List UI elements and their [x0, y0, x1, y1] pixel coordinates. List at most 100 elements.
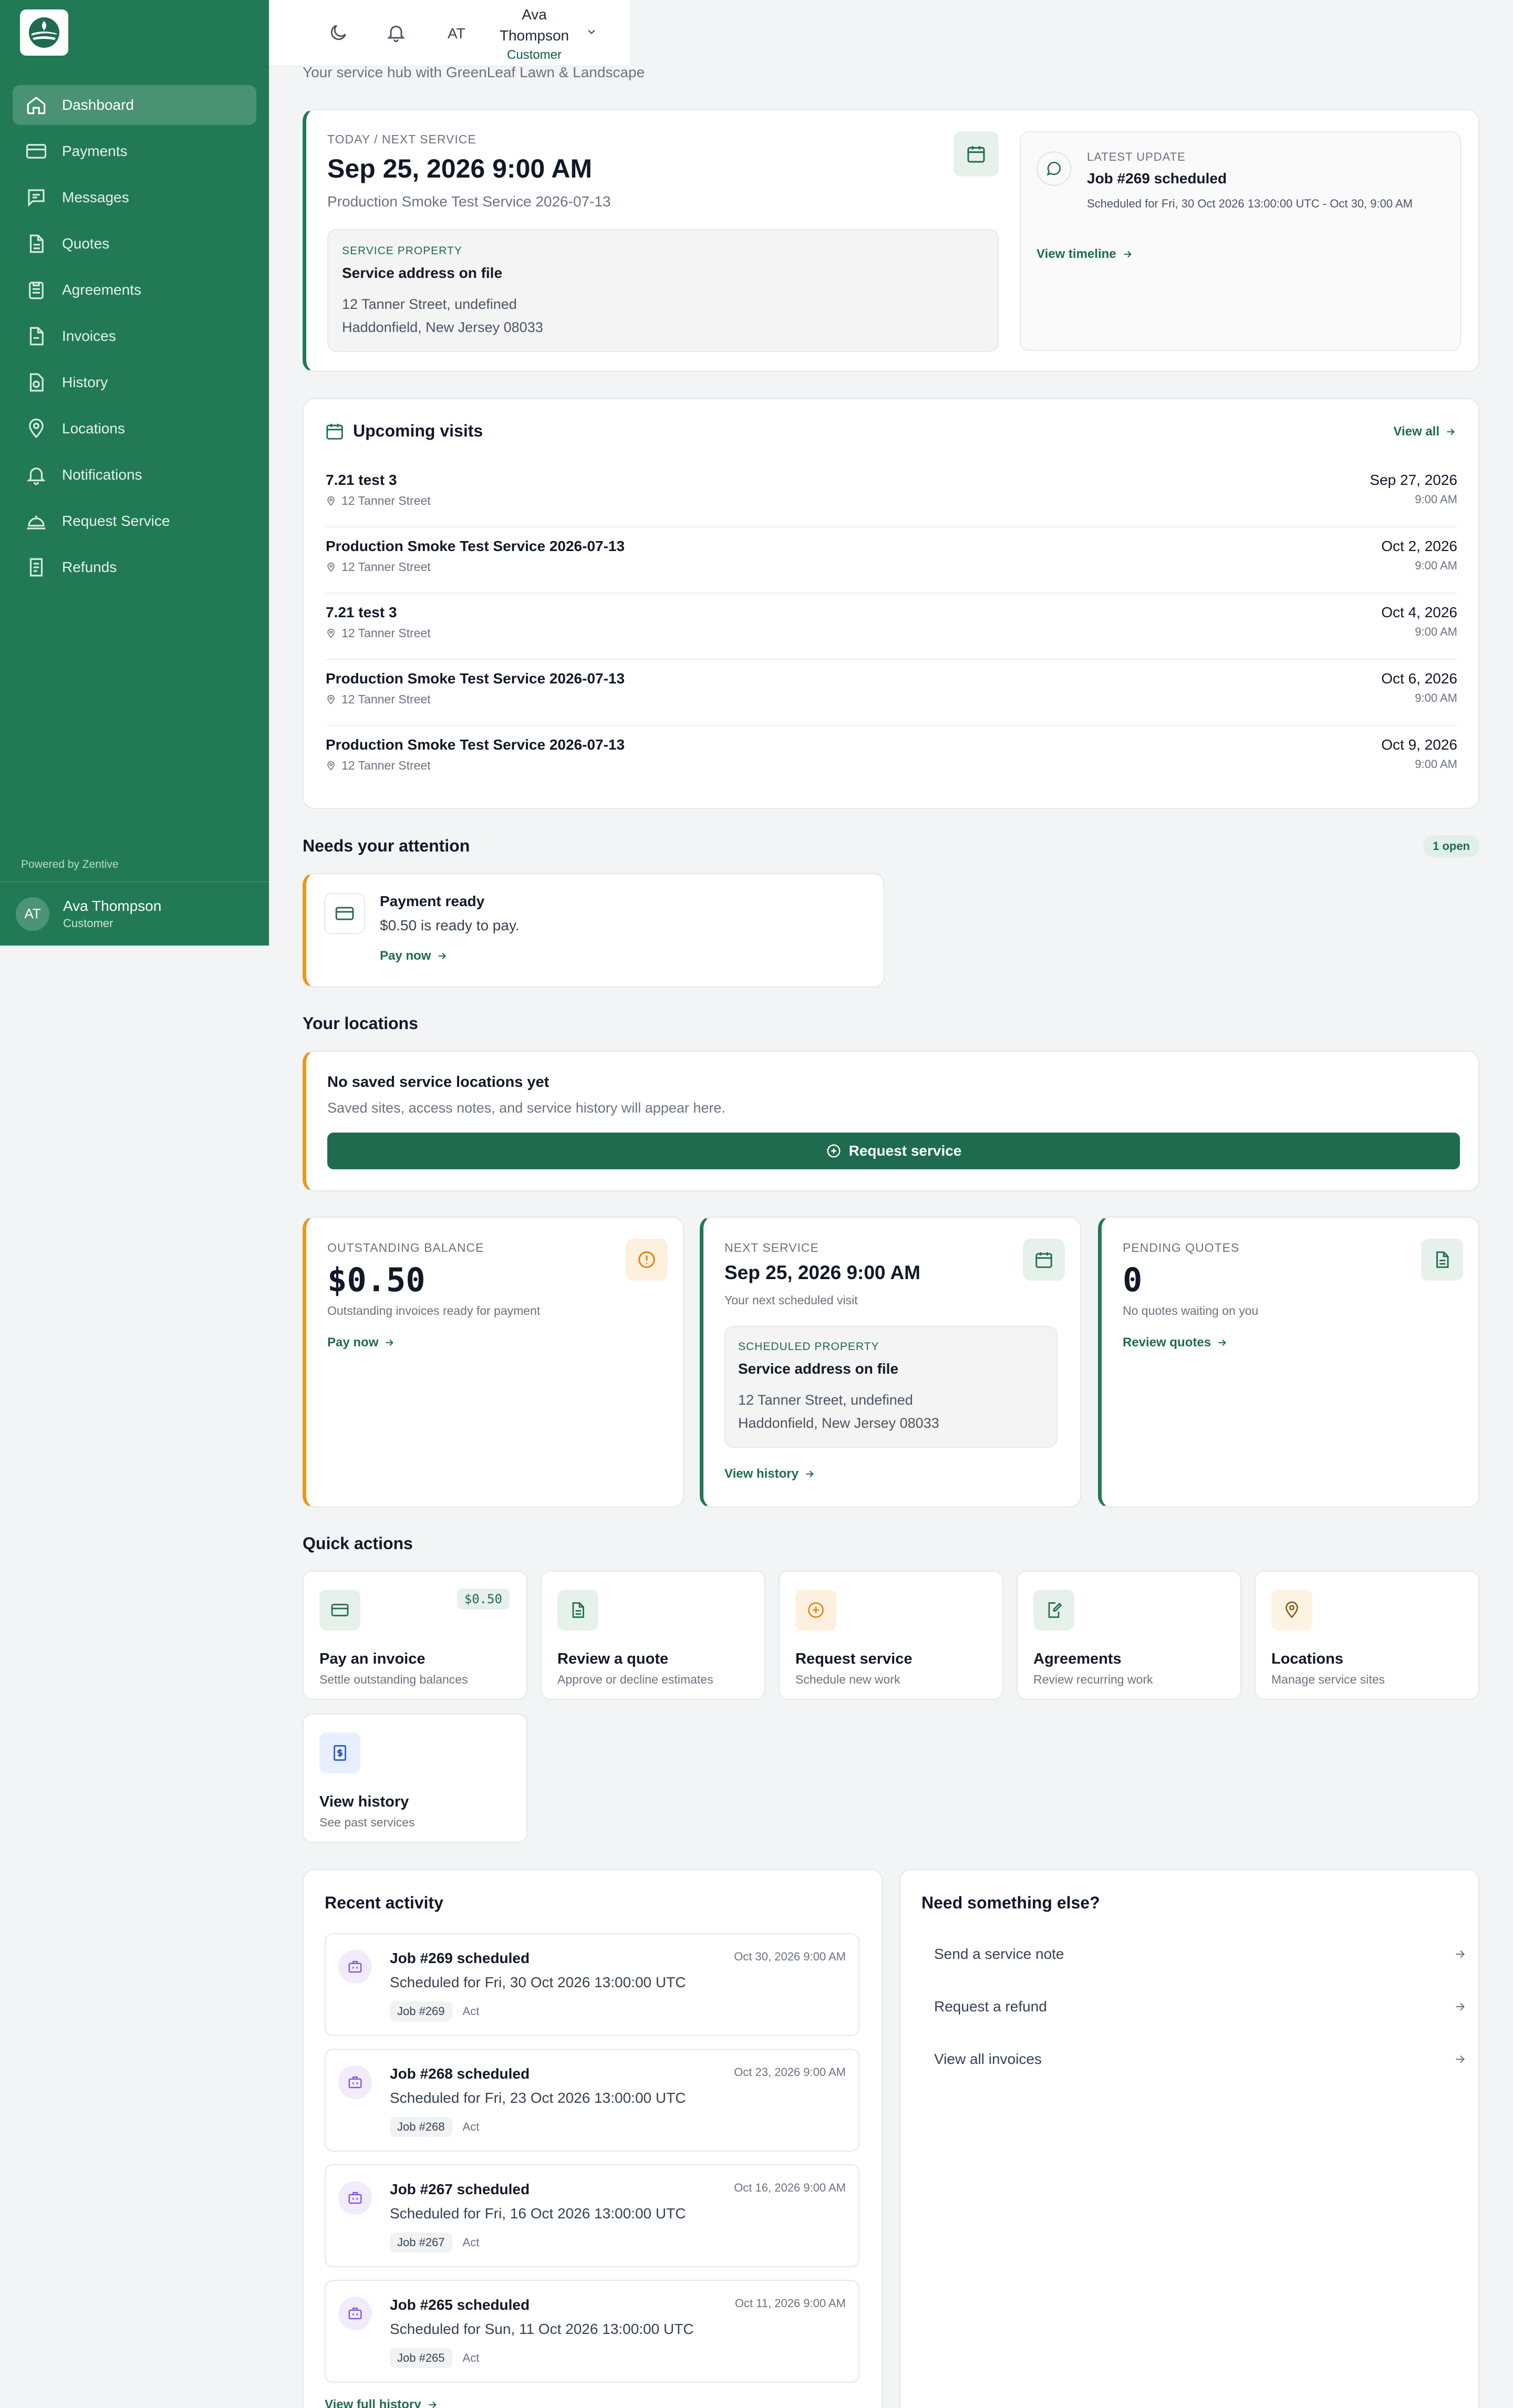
plus-circle-icon	[808, 1602, 824, 1618]
calendar-icon	[967, 146, 985, 163]
sidebar-item-agreements[interactable]: Agreements	[13, 270, 256, 310]
quotes-label: PENDING QUOTES	[1123, 1241, 1240, 1254]
next-desc: Your next scheduled visit	[724, 1293, 858, 1307]
request-service-button[interactable]: Request service	[327, 1133, 1460, 1169]
else-item-label: Request a refund	[934, 1998, 1047, 2015]
sidebar-item-payments[interactable]: Payments	[13, 131, 256, 171]
visit-row[interactable]: Production Smoke Test Service 2026-07-13…	[326, 527, 1457, 594]
payment-ready-card: Payment ready $0.50 is ready to pay. Pay…	[303, 873, 885, 988]
view-full-history-label: View full history	[325, 2397, 421, 2408]
chevron-down-icon[interactable]	[584, 24, 599, 39]
bell-icon	[27, 468, 46, 485]
briefcase-icon	[348, 1960, 362, 1973]
view-timeline-link[interactable]: View timeline	[1037, 247, 1133, 262]
visit-address: 12 Tanner Street	[326, 626, 431, 640]
balance-value: $0.50	[327, 1261, 426, 1299]
sidebar-item-history[interactable]: History	[13, 362, 256, 402]
view-timeline-label: View timeline	[1037, 247, 1116, 261]
pay-now-link[interactable]: Pay now	[380, 949, 448, 963]
sidebar-item-label: Request Service	[62, 513, 170, 529]
view-full-history-link[interactable]: View full history	[325, 2397, 438, 2408]
activity-item[interactable]: Job #269 scheduled Oct 30, 2026 9:00 AM …	[325, 1933, 859, 2036]
view-all-label: View all	[1393, 424, 1439, 439]
briefcase-icon	[348, 2307, 362, 2320]
arrow-right-icon	[1456, 2002, 1465, 2011]
plus-circle-icon	[827, 1144, 841, 1158]
visit-row[interactable]: Production Smoke Test Service 2026-07-13…	[326, 726, 1457, 792]
bell-icon[interactable]	[386, 22, 407, 43]
visit-title: Production Smoke Test Service 2026-07-13	[326, 736, 625, 753]
view-all-link[interactable]: View all	[1393, 424, 1456, 439]
send-service-note-link[interactable]: Send a service note	[921, 1930, 1479, 1978]
quick-action-pay-invoice[interactable]: $0.50 Pay an invoice Settle outstanding …	[303, 1571, 527, 1700]
address-line-2: Haddonfield, New Jersey 08033	[738, 1415, 939, 1431]
map-pin-icon-wrap	[1271, 1590, 1312, 1631]
pending-quotes-card: PENDING QUOTES 0 No quotes waiting on yo…	[1098, 1217, 1479, 1508]
map-pin-icon	[327, 628, 335, 638]
quick-action-request-service[interactable]: Request service Schedule new work	[779, 1571, 1003, 1700]
activity-item[interactable]: Job #265 scheduled Oct 11, 2026 9:00 AM …	[325, 2280, 859, 2383]
sidebar-user[interactable]: AT Ava Thompson Customer	[0, 881, 269, 946]
sidebar-item-messages[interactable]: Messages	[13, 178, 256, 217]
visit-row[interactable]: 7.21 test 3 12 Tanner Street Sep 27, 202…	[326, 461, 1457, 527]
activity-title: Job #265 scheduled	[390, 2297, 530, 2313]
quick-action-agreements[interactable]: Agreements Review recurring work	[1017, 1571, 1241, 1700]
sidebar-item-quotes[interactable]: Quotes	[13, 224, 256, 264]
calendar-icon-wrap	[1023, 1239, 1065, 1281]
quotes-desc: No quotes waiting on you	[1123, 1304, 1259, 1317]
activity-item[interactable]: Job #268 scheduled Oct 23, 2026 9:00 AM …	[325, 2049, 859, 2152]
document-icon	[572, 1602, 584, 1618]
sidebar-item-label: Invoices	[62, 328, 116, 344]
visit-row[interactable]: Production Smoke Test Service 2026-07-13…	[326, 660, 1457, 726]
quick-actions-heading: Quick actions	[303, 1534, 413, 1553]
receipt-icon-wrap	[319, 1732, 360, 1773]
sidebar-item-invoices[interactable]: Invoices	[13, 316, 256, 356]
sidebar-item-refunds[interactable]: Refunds	[13, 547, 256, 587]
activity-type: Act	[462, 2351, 480, 2364]
brand-logo[interactable]	[20, 9, 68, 56]
property-title: Service address on file	[342, 265, 503, 281]
quick-action-title: Request service	[795, 1651, 913, 1667]
activity-title: Job #268 scheduled	[390, 2066, 530, 2082]
activity-tags: Job #265 Act	[390, 2348, 479, 2368]
credit-card-icon	[335, 907, 354, 920]
quick-action-view-history[interactable]: View history See past services	[303, 1714, 527, 1843]
visit-title: Production Smoke Test Service 2026-07-13	[326, 670, 625, 687]
header-initials[interactable]: AT	[448, 25, 465, 42]
visit-title: 7.21 test 3	[326, 604, 397, 620]
view-history-link[interactable]: View history	[724, 1467, 815, 1481]
map-pin-icon	[29, 418, 44, 438]
latest-update-box: LATEST UPDATE Job #269 scheduled Schedul…	[1020, 131, 1461, 351]
scheduled-property-title: Service address on file	[738, 1361, 899, 1377]
activity-item[interactable]: Job #267 scheduled Oct 16, 2026 9:00 AM …	[325, 2164, 859, 2267]
user-menu[interactable]: Ava Thompson Customer	[490, 4, 579, 63]
arrow-right-icon	[386, 1339, 394, 1346]
history-icon	[29, 373, 44, 392]
sidebar-item-dashboard[interactable]: Dashboard	[13, 85, 256, 125]
arrow-right-icon	[806, 1470, 814, 1478]
pay-now-label: Pay now	[380, 949, 431, 963]
map-pin-icon	[1286, 1601, 1298, 1618]
visit-row[interactable]: 7.21 test 3 12 Tanner Street Oct 4, 2026…	[326, 594, 1457, 660]
balance-pay-now-link[interactable]: Pay now	[327, 1335, 395, 1350]
view-history-label: View history	[724, 1467, 799, 1481]
quick-action-title: Agreements	[1033, 1651, 1122, 1667]
sidebar-item-notifications[interactable]: Notifications	[13, 455, 256, 495]
moon-icon[interactable]	[328, 22, 349, 43]
quick-action-sub: Review recurring work	[1033, 1673, 1153, 1686]
document-icon	[1436, 1251, 1449, 1268]
quick-action-sub: Approve or decline estimates	[557, 1673, 713, 1686]
calendar-button[interactable]	[954, 131, 999, 177]
visit-date: Oct 6, 2026	[1381, 670, 1457, 687]
sidebar-item-request-service[interactable]: Request Service	[13, 501, 256, 541]
sidebar-item-locations[interactable]: Locations	[13, 409, 256, 449]
visit-title: Production Smoke Test Service 2026-07-13	[326, 538, 625, 554]
quick-action-locations[interactable]: Locations Manage service sites	[1255, 1571, 1479, 1700]
quick-action-review-quote[interactable]: Review a quote Approve or decline estima…	[541, 1571, 765, 1700]
visit-date: Oct 4, 2026	[1381, 604, 1457, 620]
request-refund-link[interactable]: Request a refund	[921, 1983, 1479, 2031]
scheduled-property-label: SCHEDULED PROPERTY	[738, 1341, 879, 1353]
briefcase-icon	[348, 2192, 362, 2204]
review-quotes-link[interactable]: Review quotes	[1123, 1335, 1228, 1350]
view-all-invoices-link[interactable]: View all invoices	[921, 2035, 1479, 2083]
